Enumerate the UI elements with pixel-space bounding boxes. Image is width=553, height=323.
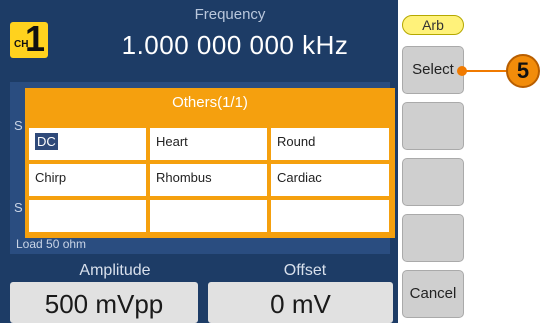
option-label: Chirp: [35, 170, 67, 185]
option-label: DC: [35, 133, 58, 150]
option-label: Cardiac: [277, 170, 322, 185]
softkey-blank[interactable]: [402, 158, 464, 206]
hidden-param-letter: S: [14, 118, 23, 133]
mode-indicator: Arb: [402, 15, 464, 35]
option-label: Round: [277, 134, 316, 149]
option-round[interactable]: Round: [271, 128, 389, 160]
option-cardiac[interactable]: Cardiac: [271, 164, 389, 196]
channel-badge: CH 1: [10, 18, 48, 59]
select-button[interactable]: Select: [402, 46, 464, 94]
option-chirp[interactable]: Chirp: [29, 164, 146, 196]
frequency-label: Frequency: [194, 6, 266, 23]
channel-number: 1: [25, 18, 46, 59]
option-heart[interactable]: Heart: [150, 128, 267, 160]
option-rhombus[interactable]: Rhombus: [150, 164, 267, 196]
option-empty[interactable]: [29, 200, 146, 232]
option-empty[interactable]: [150, 200, 267, 232]
softkey-blank[interactable]: [402, 102, 464, 150]
offset-label: Offset: [283, 262, 327, 279]
hidden-param-letter: S: [14, 200, 23, 215]
instrument-screen: CH 1 Frequency 1.000 000 000 kHz S S Loa…: [0, 0, 398, 323]
load-label: Load 50 ohm: [16, 237, 87, 251]
option-label: Rhombus: [156, 170, 212, 185]
option-label: Heart: [156, 134, 188, 149]
dialog-title: Others(1/1): [172, 94, 248, 111]
softkey-blank[interactable]: [402, 214, 464, 262]
option-dc[interactable]: DC: [29, 128, 146, 160]
waveform-select-dialog: Others(1/1) DC Heart Round Chirp Rhombus…: [25, 88, 395, 238]
cancel-button[interactable]: Cancel: [402, 270, 464, 318]
option-empty[interactable]: [271, 200, 389, 232]
callout-number: 5: [506, 54, 540, 88]
amplitude-label: Amplitude: [79, 262, 151, 279]
frequency-value: 1.000 000 000 kHz: [121, 30, 349, 60]
callout-dot: [457, 66, 467, 76]
amplitude-value[interactable]: 500 mVpp: [10, 282, 198, 323]
callout-line: [462, 70, 508, 72]
offset-value[interactable]: 0 mV: [208, 282, 393, 323]
